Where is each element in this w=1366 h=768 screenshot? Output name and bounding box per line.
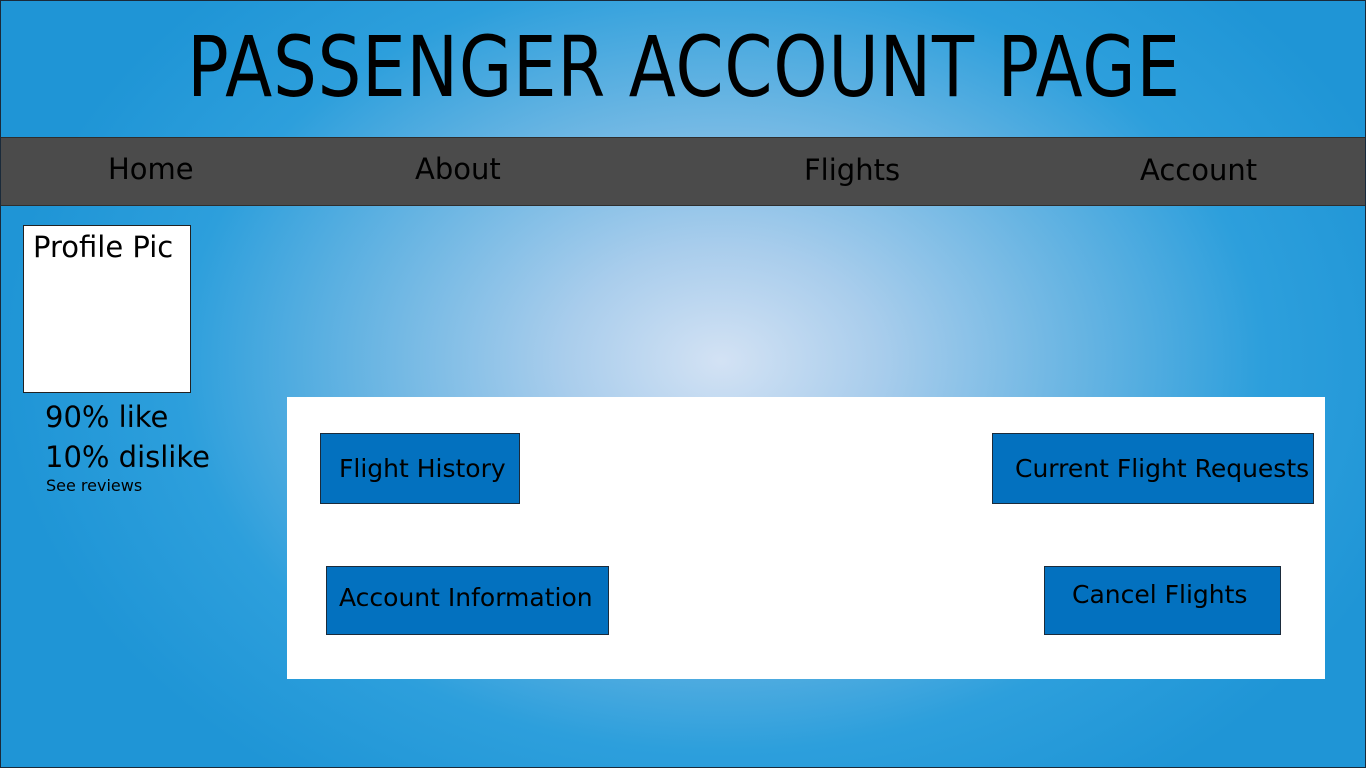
passenger-account-page: PASSENGER ACCOUNT PAGE Home About Flight… [0,0,1366,768]
cancel-flights-label: Cancel Flights [1072,580,1248,610]
like-percentage: 90% like [45,400,169,434]
current-flight-requests-button[interactable]: Current Flight Requests [992,433,1314,504]
account-information-label: Account Information [339,582,593,612]
nav-item-home[interactable]: Home [108,148,194,190]
nav-item-flights[interactable]: Flights [804,149,900,191]
profile-picture[interactable]: Profile Pic [23,225,191,393]
nav-item-about[interactable]: About [415,148,501,190]
dislike-percentage: 10% dislike [45,440,210,474]
top-navigation-bar: Home About Flights Account [1,137,1365,206]
account-information-button[interactable]: Account Information [326,566,609,635]
profile-picture-label: Profile Pic [33,230,174,264]
see-reviews-link[interactable]: See reviews [46,475,142,497]
cancel-flights-button[interactable]: Cancel Flights [1044,566,1281,635]
flight-history-label: Flight History [339,453,506,483]
flight-history-button[interactable]: Flight History [320,433,520,504]
account-actions-panel: Flight History Current Flight Requests A… [287,397,1325,679]
current-flight-requests-label: Current Flight Requests [1015,453,1310,483]
page-title: PASSENGER ACCOUNT PAGE [187,18,1181,116]
nav-item-account[interactable]: Account [1140,149,1257,191]
